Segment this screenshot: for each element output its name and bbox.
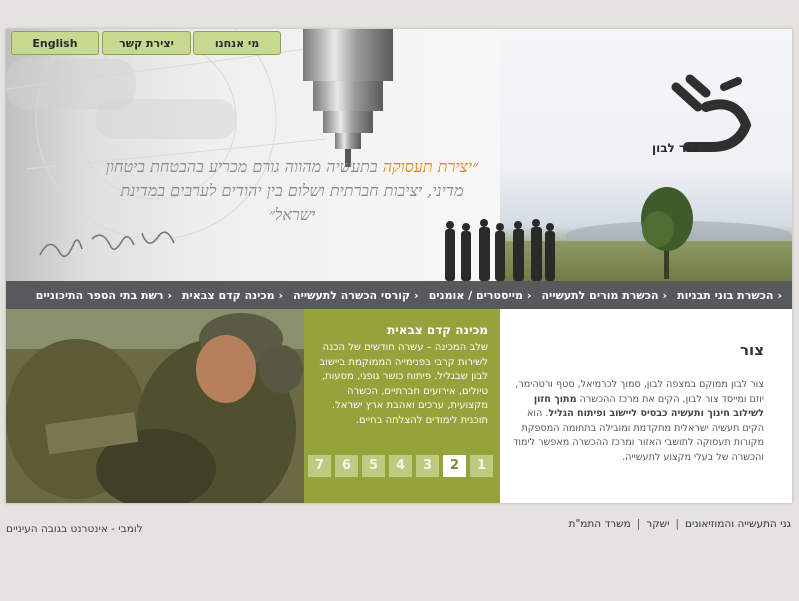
- nav-item-industry-courses[interactable]: ‹קורסי הכשרה לתעשייה: [293, 289, 423, 302]
- footer-link-industrial-parks[interactable]: גני התעשייה והמוזיאונים: [685, 518, 791, 530]
- quote-highlight: ״יצירת תעסוקה: [382, 157, 479, 176]
- chevron-left-icon: ‹: [777, 288, 782, 302]
- logo-text: צור לבון: [652, 141, 699, 155]
- page-button-6[interactable]: 6: [335, 455, 358, 477]
- page-button-4[interactable]: 4: [389, 455, 412, 477]
- footer-link-iscar[interactable]: ישקר: [646, 518, 669, 530]
- chevron-left-icon: ‹: [278, 288, 284, 302]
- nav-item-teacher-training[interactable]: ‹הכשרת מורים לתעשייה: [541, 289, 671, 302]
- footer-link-ministry[interactable]: משרד התמ"ת: [569, 518, 631, 530]
- footer-separator: |: [636, 518, 641, 530]
- footer-links: גני התעשייה והמוזיאונים | ישקר | משרד התמ"ת: [569, 518, 791, 530]
- slide-pager: 7 6 5 4 3 2 1: [308, 455, 493, 477]
- footer-separator: |: [675, 518, 680, 530]
- feature-panel: מכינה קדם צבאית שלב המכינה – עשרה חודשים…: [304, 309, 500, 503]
- page-button-7[interactable]: 7: [308, 455, 331, 477]
- feature-text: שלב המכינה – עשרה חודשים של הכנה לשירות …: [319, 342, 488, 426]
- hero-banner: צור לבון ״יצירת תעסוקה בתעשיה מהווה גורם…: [6, 29, 792, 281]
- chevron-left-icon: ‹: [414, 288, 419, 302]
- chevron-left-icon: ‹: [167, 288, 173, 302]
- nav-item-high-schools[interactable]: ‹רשת בתי הספר התיכוניים: [36, 289, 176, 302]
- soldiers-photo: [6, 309, 304, 503]
- nav-label: רשת בתי הספר התיכוניים: [35, 288, 164, 302]
- chevron-left-icon: ‹: [526, 288, 532, 302]
- page-button-5[interactable]: 5: [362, 455, 385, 477]
- page-button-3[interactable]: 3: [416, 455, 439, 477]
- nav-label: מייסטרים / אומנים: [428, 288, 523, 302]
- about-us-button[interactable]: מי אנחנו: [193, 31, 281, 55]
- drill-machine-image: [303, 29, 393, 167]
- main-nav: ‹הכשרת בוני תבניות ‹הכשרת מורים לתעשייה …: [6, 281, 792, 309]
- page-frame: צור לבון ״יצירת תעסוקה בתעשיה מהווה גורם…: [6, 29, 792, 503]
- content-area: מכינה קדם צבאית שלב המכינה – עשרה חודשים…: [6, 309, 792, 503]
- nav-item-meisters[interactable]: ‹מייסטרים / אומנים: [429, 289, 536, 302]
- about-panel: צור צור לבון ממוקם במצפה לבון, סמוך לכרמ…: [500, 309, 792, 503]
- nav-label: הכשרת בוני תבניות: [677, 288, 774, 302]
- nav-item-pre-military[interactable]: ‹מכינה קדם צבאית: [182, 289, 287, 302]
- hero-quote: ״יצירת תעסוקה בתעשיה מהווה גורם מכריע בה…: [102, 155, 482, 227]
- people-silhouettes: [445, 219, 555, 281]
- chevron-left-icon: ‹: [662, 288, 668, 302]
- feature-title: מכינה קדם צבאית: [387, 323, 488, 337]
- nav-label: קורסי הכשרה לתעשייה: [293, 288, 411, 302]
- about-title: צור: [740, 341, 764, 359]
- nav-label: הכשרת מורים לתעשייה: [541, 288, 659, 302]
- page-button-2[interactable]: 2: [443, 455, 466, 477]
- nav-label: מכינה קדם צבאית: [182, 288, 275, 302]
- nav-item-mold-makers[interactable]: ‹הכשרת בוני תבניות: [677, 289, 786, 302]
- signature-image: [39, 231, 175, 258]
- footer-credit-link[interactable]: לומבי - אינטרנט בגובה העיניים: [6, 523, 143, 535]
- about-text: צור לבון ממוקם במצפה לבון, סמוך לכרמיאל,…: [510, 378, 764, 466]
- english-button[interactable]: English: [11, 31, 99, 55]
- contact-button[interactable]: יצירת קשר: [102, 31, 191, 55]
- tree-image: [641, 187, 693, 279]
- page-button-1[interactable]: 1: [470, 455, 493, 477]
